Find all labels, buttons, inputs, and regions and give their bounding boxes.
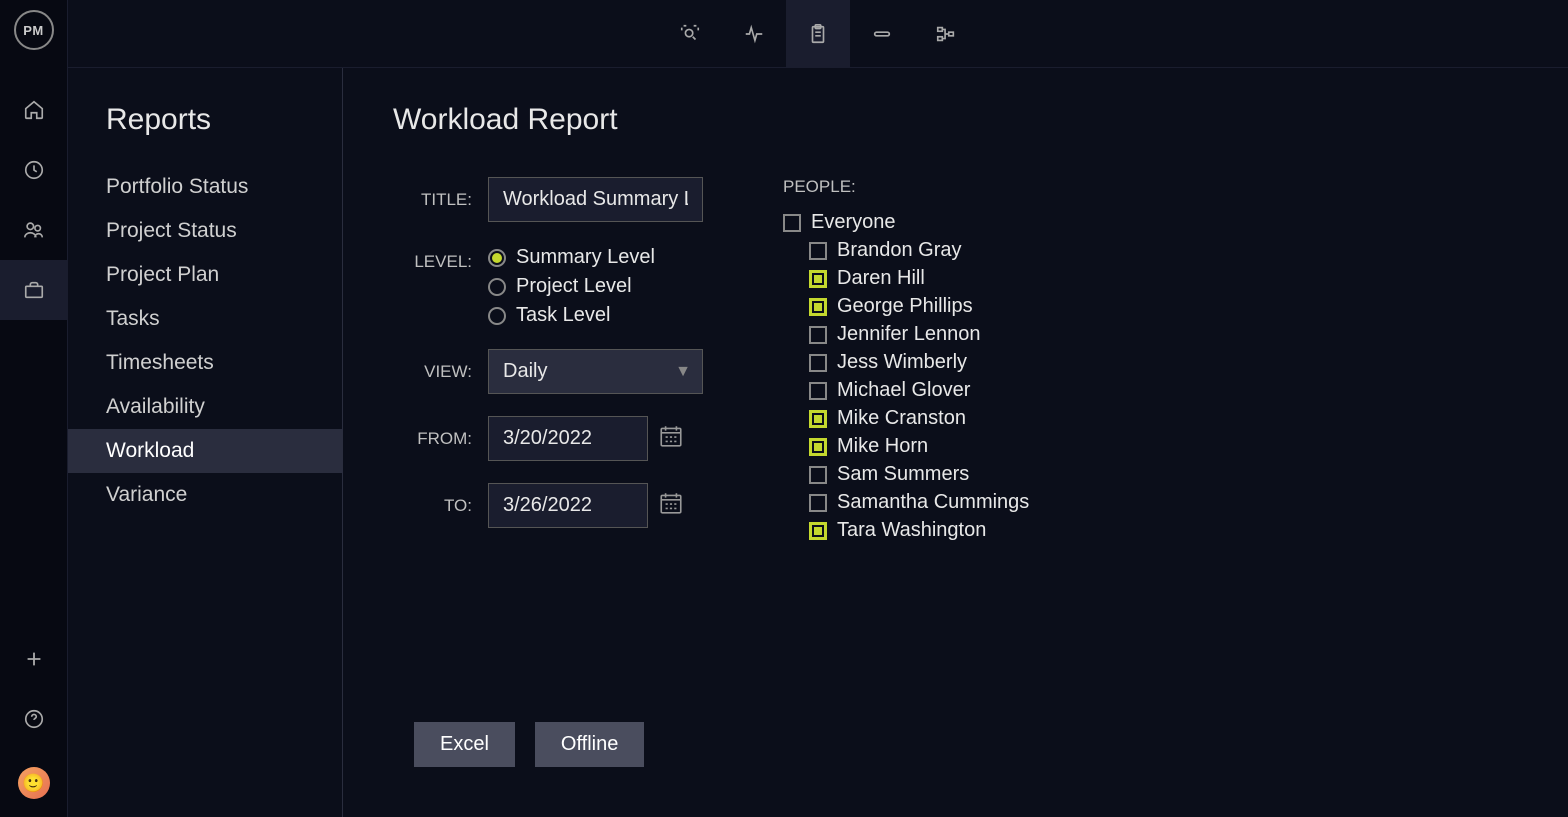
level-radio-task-level[interactable]: Task Level [488, 304, 655, 327]
person-daren-hill[interactable]: Daren Hill [783, 267, 1029, 290]
radio-icon [488, 278, 506, 296]
sidebar-item-workload[interactable]: Workload [68, 429, 342, 473]
page-title: Workload Report [393, 103, 1518, 137]
checkbox-icon [809, 410, 827, 428]
checkbox-icon [809, 298, 827, 316]
checkbox-icon [809, 522, 827, 540]
checkbox-icon [783, 214, 801, 232]
checkbox-icon [809, 270, 827, 288]
checkbox-icon [809, 466, 827, 484]
level-radio-project-level[interactable]: Project Level [488, 275, 655, 298]
app-logo: PM [14, 10, 54, 50]
person-sam-summers[interactable]: Sam Summers [783, 463, 1029, 486]
nav-rail: PM 🙂 [0, 0, 68, 817]
person-everyone[interactable]: Everyone [783, 211, 1029, 234]
person-label: Mike Cranston [837, 407, 966, 430]
activity-icon[interactable] [722, 0, 786, 68]
radio-icon [488, 249, 506, 267]
person-jess-wimberly[interactable]: Jess Wimberly [783, 351, 1029, 374]
sidebar-item-tasks[interactable]: Tasks [68, 297, 342, 341]
sidebar-item-project-plan[interactable]: Project Plan [68, 253, 342, 297]
link-icon[interactable] [850, 0, 914, 68]
person-mike-horn[interactable]: Mike Horn [783, 435, 1029, 458]
chevron-down-icon: ▼ [675, 363, 691, 381]
checkbox-icon [809, 242, 827, 260]
report-panel: Workload Report TITLE: LEVEL: Summary Le… [343, 68, 1568, 817]
home-icon[interactable] [0, 80, 68, 140]
clock-icon[interactable] [0, 140, 68, 200]
to-label: TO: [393, 496, 488, 516]
people-icon[interactable] [0, 200, 68, 260]
person-label: Brandon Gray [837, 239, 962, 262]
view-label: VIEW: [393, 362, 488, 382]
radio-icon [488, 307, 506, 325]
checkbox-icon [809, 326, 827, 344]
sidebar-item-timesheets[interactable]: Timesheets [68, 341, 342, 385]
person-label: Sam Summers [837, 463, 969, 486]
offline-button[interactable]: Offline [535, 722, 644, 767]
person-george-phillips[interactable]: George Phillips [783, 295, 1029, 318]
sidebar-item-portfolio-status[interactable]: Portfolio Status [68, 165, 342, 209]
person-label: Jennifer Lennon [837, 323, 980, 346]
user-avatar[interactable]: 🙂 [18, 767, 50, 799]
person-label: George Phillips [837, 295, 973, 318]
person-label: Daren Hill [837, 267, 925, 290]
people-label: PEOPLE: [783, 177, 1029, 197]
person-label: Tara Washington [837, 519, 986, 542]
person-michael-glover[interactable]: Michael Glover [783, 379, 1029, 402]
person-label: Michael Glover [837, 379, 970, 402]
level-radio-summary-level[interactable]: Summary Level [488, 246, 655, 269]
clipboard-icon[interactable] [786, 0, 850, 68]
plus-icon[interactable] [0, 629, 68, 689]
radio-label: Project Level [516, 275, 632, 298]
person-label: Jess Wimberly [837, 351, 967, 374]
reports-sidebar: Reports Portfolio StatusProject StatusPr… [68, 68, 343, 817]
level-label: LEVEL: [393, 244, 488, 272]
title-label: TITLE: [393, 190, 488, 210]
calendar-icon[interactable] [658, 423, 684, 454]
briefcase-icon[interactable] [0, 260, 68, 320]
person-label: Everyone [811, 211, 896, 234]
to-date-input[interactable] [488, 483, 648, 528]
from-label: FROM: [393, 429, 488, 449]
flow-icon[interactable] [914, 0, 978, 68]
checkbox-icon [809, 438, 827, 456]
sidebar-title: Reports [68, 103, 342, 165]
radio-label: Summary Level [516, 246, 655, 269]
view-select[interactable]: Daily [488, 349, 703, 394]
from-date-input[interactable] [488, 416, 648, 461]
person-jennifer-lennon[interactable]: Jennifer Lennon [783, 323, 1029, 346]
person-mike-cranston[interactable]: Mike Cranston [783, 407, 1029, 430]
excel-button[interactable]: Excel [414, 722, 515, 767]
checkbox-icon [809, 354, 827, 372]
sidebar-item-project-status[interactable]: Project Status [68, 209, 342, 253]
person-tara-washington[interactable]: Tara Washington [783, 519, 1029, 542]
radio-label: Task Level [516, 304, 611, 327]
checkbox-icon [809, 494, 827, 512]
person-brandon-gray[interactable]: Brandon Gray [783, 239, 1029, 262]
checkbox-icon [809, 382, 827, 400]
title-input[interactable] [488, 177, 703, 222]
search-zoom-icon[interactable] [658, 0, 722, 68]
calendar-icon[interactable] [658, 490, 684, 521]
topbar [68, 0, 1568, 68]
sidebar-item-variance[interactable]: Variance [68, 473, 342, 517]
person-label: Samantha Cummings [837, 491, 1029, 514]
person-label: Mike Horn [837, 435, 928, 458]
help-icon[interactable] [0, 689, 68, 749]
person-samantha-cummings[interactable]: Samantha Cummings [783, 491, 1029, 514]
sidebar-item-availability[interactable]: Availability [68, 385, 342, 429]
